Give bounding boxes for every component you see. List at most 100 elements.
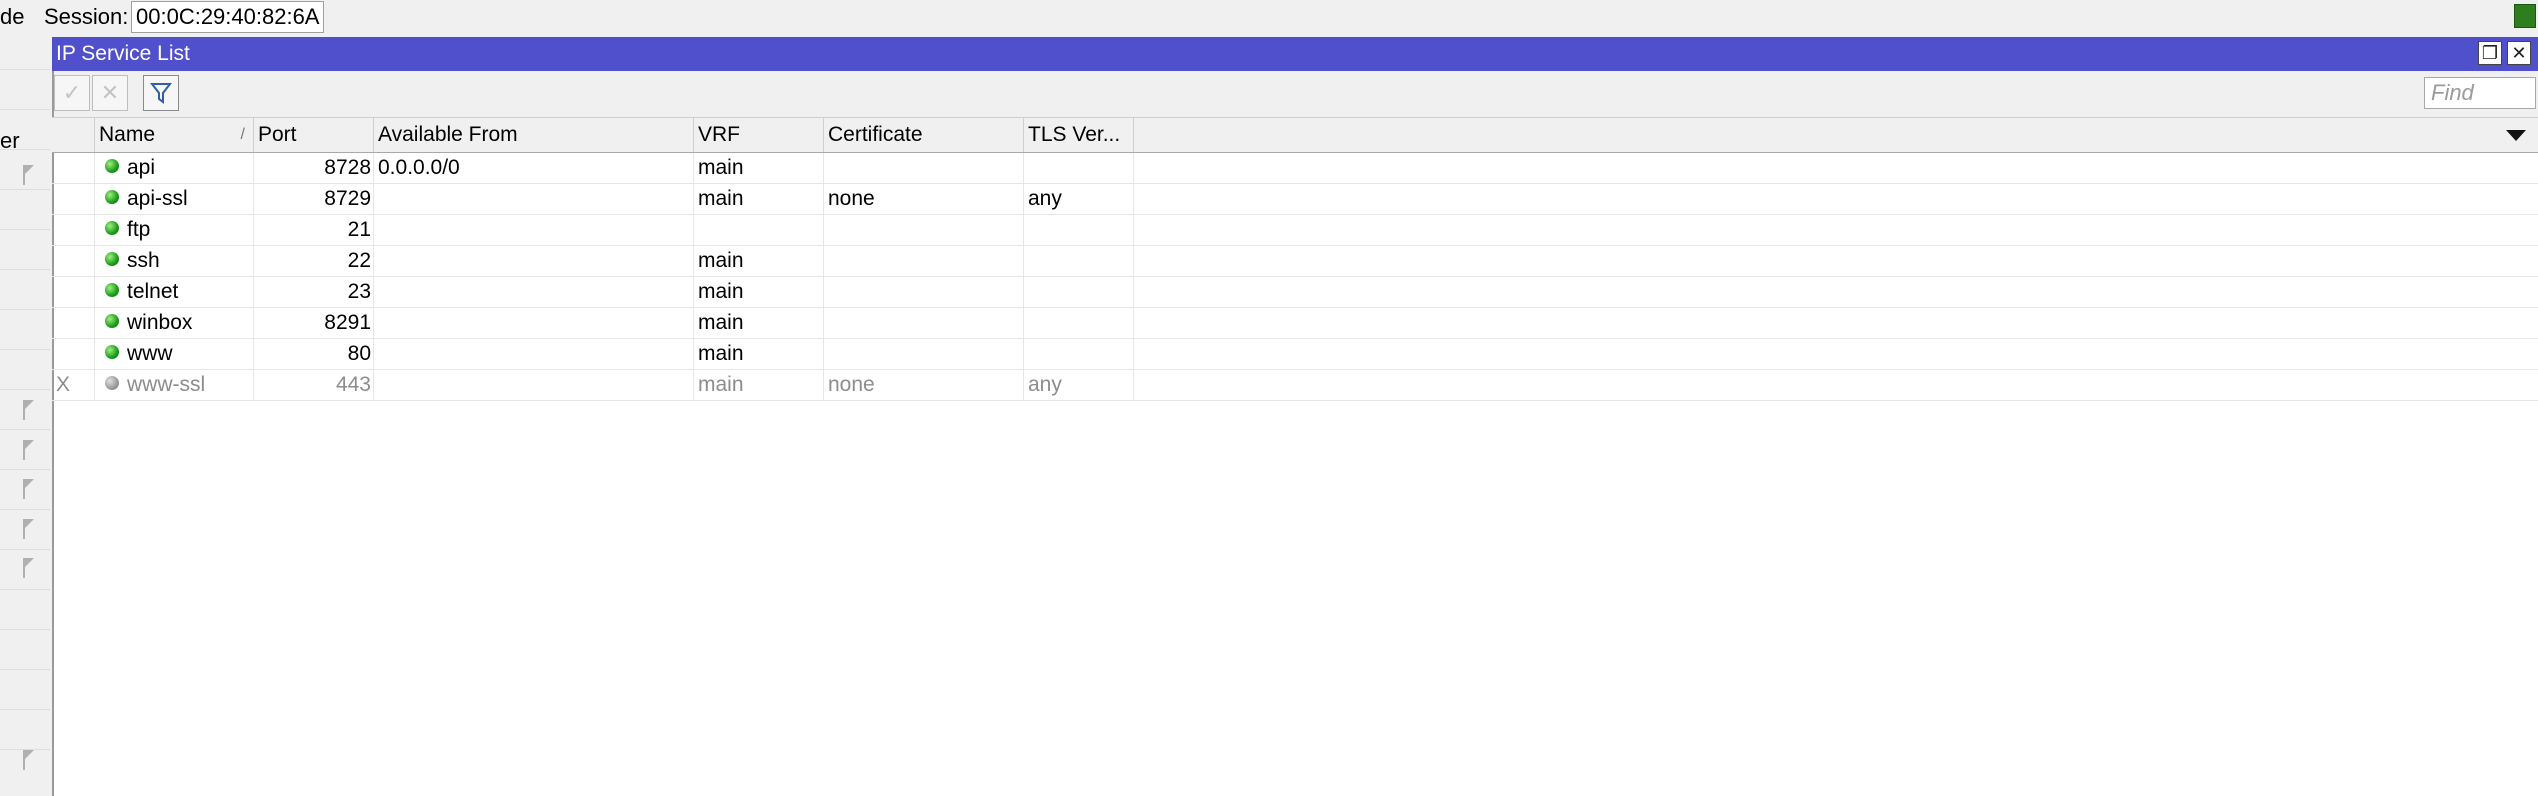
cell-vrf: main — [694, 246, 824, 276]
enable-button[interactable]: ✓ — [54, 75, 90, 111]
cell-name: www — [95, 339, 254, 369]
cell-flag — [52, 246, 95, 276]
cell-name: ssh — [95, 246, 254, 276]
cell-flag — [52, 339, 95, 369]
cell-name: www-ssl — [95, 370, 254, 400]
restore-icon[interactable]: ❐ — [2478, 41, 2502, 65]
cell-tls-version: any — [1024, 184, 1134, 214]
window-titlebar[interactable]: IP Service List ❐ ✕ — [52, 37, 2538, 71]
column-vrf[interactable]: VRF — [694, 118, 824, 152]
status-disabled-icon — [105, 376, 119, 391]
cell-available-from: 0.0.0.0/0 — [374, 153, 694, 183]
column-menu-icon[interactable] — [2506, 130, 2526, 141]
table-row[interactable]: telnet 23 main — [52, 277, 2538, 308]
top-bar: de Session: 00:0C:29:40:82:6A — [0, 0, 2538, 37]
table-header: Name / Port Available From VRF Certifica… — [52, 117, 2538, 153]
cell-tls-version — [1024, 153, 1134, 183]
status-enabled-icon — [105, 190, 119, 205]
cell-certificate — [824, 246, 1024, 276]
cell-name: winbox — [95, 308, 254, 338]
cell-available-from — [374, 184, 694, 214]
status-enabled-icon — [105, 314, 119, 329]
cell-vrf: main — [694, 184, 824, 214]
cell-name: api — [95, 153, 254, 183]
cell-flag — [52, 308, 95, 338]
cell-certificate: none — [824, 370, 1024, 400]
submenu-arrow-icon[interactable] — [23, 479, 34, 499]
table-row[interactable]: api 8728 0.0.0.0/0 main — [52, 153, 2538, 184]
cell-tls-version — [1024, 246, 1134, 276]
table-body: api 8728 0.0.0.0/0 main api-ssl 8729 main none a… — [52, 153, 2538, 401]
column-flag[interactable] — [52, 118, 95, 152]
service-name: api-ssl — [127, 187, 188, 210]
cell-certificate — [824, 215, 1024, 245]
cell-name: ftp — [95, 215, 254, 245]
service-table: Name / Port Available From VRF Certifica… — [52, 117, 2538, 401]
cell-available-from — [374, 215, 694, 245]
service-name: ssh — [127, 249, 160, 272]
column-certificate[interactable]: Certificate — [824, 118, 1024, 152]
status-enabled-icon — [105, 283, 119, 298]
cell-certificate — [824, 308, 1024, 338]
table-row[interactable]: www 80 main — [52, 339, 2538, 370]
column-available-from[interactable]: Available From — [374, 118, 694, 152]
submenu-arrow-icon[interactable] — [23, 750, 34, 770]
close-icon[interactable]: ✕ — [2507, 41, 2531, 65]
cell-vrf: main — [694, 339, 824, 369]
cell-port: 21 — [254, 215, 374, 245]
sidebar-truncated-label[interactable]: er — [0, 128, 20, 154]
cell-certificate — [824, 277, 1024, 307]
submenu-arrow-icon[interactable] — [23, 558, 34, 578]
ip-service-list-window: IP Service List ❐ ✕ ✓ ✕ Find Name / Port… — [52, 37, 2538, 796]
service-name: telnet — [127, 280, 179, 303]
column-port[interactable]: Port — [254, 118, 374, 152]
cell-certificate — [824, 339, 1024, 369]
cell-name: telnet — [95, 277, 254, 307]
cell-available-from — [374, 277, 694, 307]
cell-vrf: main — [694, 277, 824, 307]
table-row[interactable]: ftp 21 — [52, 215, 2538, 246]
column-name[interactable]: Name / — [95, 118, 254, 152]
cell-flag: X — [52, 370, 95, 400]
cell-port: 22 — [254, 246, 374, 276]
cell-name: api-ssl — [95, 184, 254, 214]
filter-icon — [149, 83, 173, 104]
toolbar: ✓ ✕ Find — [52, 71, 2538, 117]
cell-tls-version — [1024, 277, 1134, 307]
find-input[interactable]: Find — [2424, 77, 2536, 109]
connection-status-icon — [2514, 4, 2536, 28]
cell-tls-version — [1024, 215, 1134, 245]
table-row[interactable]: Xwww-ssl 443 main none any — [52, 370, 2538, 401]
cell-port: 8291 — [254, 308, 374, 338]
service-name: ftp — [127, 218, 151, 241]
table-row[interactable]: api-ssl 8729 main none any — [52, 184, 2538, 215]
cell-flag — [52, 277, 95, 307]
service-name: winbox — [127, 311, 193, 334]
sort-indicator-icon: / — [240, 126, 245, 143]
truncated-menu-label[interactable]: de — [0, 4, 24, 30]
submenu-arrow-icon[interactable] — [23, 440, 34, 460]
status-enabled-icon — [105, 345, 119, 360]
session-field[interactable]: 00:0C:29:40:82:6A — [131, 1, 325, 33]
status-enabled-icon — [105, 159, 119, 174]
cell-tls-version — [1024, 339, 1134, 369]
submenu-arrow-icon[interactable] — [23, 400, 34, 420]
disable-button[interactable]: ✕ — [92, 75, 128, 111]
sidebar: er — [0, 37, 54, 796]
cell-certificate: none — [824, 184, 1024, 214]
cell-available-from — [374, 370, 694, 400]
service-name: www-ssl — [127, 373, 206, 396]
cell-flag — [52, 153, 95, 183]
cell-flag — [52, 215, 95, 245]
cell-port: 80 — [254, 339, 374, 369]
table-row[interactable]: ssh 22 main — [52, 246, 2538, 277]
table-row[interactable]: winbox 8291 main — [52, 308, 2538, 339]
submenu-arrow-icon[interactable] — [23, 519, 34, 539]
service-name: www — [127, 342, 173, 365]
submenu-arrow-icon[interactable] — [23, 165, 34, 185]
filter-button[interactable] — [143, 75, 179, 111]
column-tls-version[interactable]: TLS Ver... — [1024, 118, 1134, 152]
cell-port: 8728 — [254, 153, 374, 183]
cell-vrf — [694, 215, 824, 245]
session-label: Session: — [44, 4, 129, 29]
